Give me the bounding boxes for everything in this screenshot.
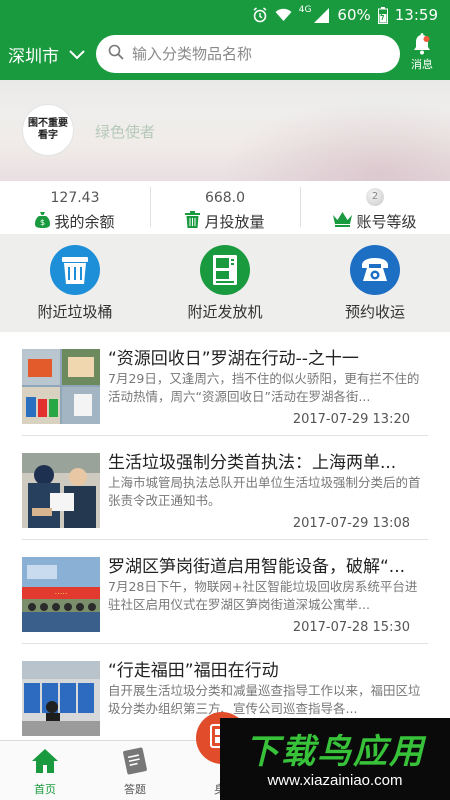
watermark: 下载鸟应用 www.xiazainiao.com [220,718,450,800]
balance-label: 我的余额 [54,213,115,231]
trash-icon [185,211,201,232]
news-summary: 自开展生活垃圾分类和减量巡查指导工作以来，福田区垃圾分类办组织第三方、宣传公司巡… [108,683,421,716]
message-label: 消息 [411,58,433,71]
balance-value: 127.43 [50,190,100,206]
news-date: 2017-07-29 13:20 [292,412,410,427]
news-summary: 7月29日，又逢周六，挡不住的似火骄阳，更有拦不住的活动热情，周六“资源回收日”… [108,371,420,404]
avatar[interactable]: 围不重要 看字 [22,104,74,156]
news-list: “资源回收日”罗湖在行动--之十一 7月29日，又逢周六，挡不住的似火骄阳，更有… [0,332,450,740]
service-label: 预约收运 [344,303,405,321]
home-icon [31,747,59,775]
news-thumbnail: ····· [22,557,100,632]
news-summary: 7月28日下午，物联网+社区智能垃圾回收房系统平台进驻社区启用仪式在罗湖区笋岗街… [108,579,418,612]
tab-label: 答题 [124,783,146,796]
money-bag-icon: $ [35,211,51,232]
service-label: 附近垃圾桶 [37,303,113,321]
news-title: “资源回收日”罗湖在行动--之十一 [108,349,359,369]
user-nickname: 绿色使者 [95,123,156,141]
city-label: 深圳市 [8,47,59,67]
app-header: 深圳市 消息 [0,30,450,80]
news-title: 生活垃圾强制分类首执法：上海两单... [108,453,397,473]
stat-account-level[interactable]: 2 账号等级 [300,181,450,234]
news-thumbnail [22,661,100,736]
service-nearby-bins[interactable]: 附近垃圾桶 [0,234,150,332]
service-book-pickup[interactable]: 预约收运 [300,234,450,332]
news-title: 罗湖区笋岗街道启用智能设备，破解“... [108,557,406,577]
news-thumbnail [22,453,100,528]
stat-balance[interactable]: 127.43 $ 我的余额 [0,181,150,234]
profile-banner: 围不重要 看字 绿色使者 [0,80,450,181]
bell-icon [404,33,440,55]
network-type: 4G [298,5,312,15]
service-nearby-machines[interactable]: 附近发放机 [150,234,300,332]
news-thumbnail [22,349,100,424]
tab-label: 首页 [34,783,56,796]
svg-text:$: $ [40,218,45,227]
wifi-icon [275,8,292,22]
city-selector[interactable]: 深圳市 [8,42,85,67]
search-icon [108,44,124,64]
news-summary: 上海市城管局执法总队开出单位生活垃圾强制分类后的首张责令改正通知书。 [108,475,421,508]
search-bar[interactable] [96,35,400,73]
watermark-url: www.xiazainiao.com [267,772,403,789]
tab-home[interactable]: 首页 [0,741,90,800]
battery-level: 60% [337,6,371,24]
news-title: “行走福田”福田在行动 [108,661,279,681]
user-stats: 127.43 $ 我的余额 668.0 月投放量 2 账号等级 [0,181,450,234]
battery-icon [377,6,388,24]
search-input[interactable] [132,45,382,63]
status-bar: 4G 60% 13:59 [0,0,450,30]
news-date: 2017-07-29 13:08 [292,516,410,531]
trash-bin-icon [50,245,100,295]
clock: 13:59 [394,6,438,24]
monthly-drop-label: 月投放量 [204,213,265,231]
vending-machine-icon [200,245,250,295]
news-item[interactable]: 生活垃圾强制分类首执法：上海两单... 上海市城管局执法总队开出单位生活垃圾强制… [22,436,428,540]
quiz-icon [121,747,149,775]
news-date: 2017-07-28 15:30 [292,620,410,635]
account-level-label: 账号等级 [356,213,417,231]
service-grid: 附近垃圾桶 附近发放机 预约收运 [0,234,450,332]
phone-icon [350,245,400,295]
crown-icon [333,212,353,231]
message-button[interactable]: 消息 [404,33,440,72]
stat-monthly-drop[interactable]: 668.0 月投放量 [150,181,300,234]
watermark-title: 下载鸟应用 [245,732,425,772]
level-badge: 2 [366,188,384,206]
news-item[interactable]: ····· 罗湖区笋岗街道启用智能设备，破解“... 7月28日下午，物联网+社… [22,540,428,644]
news-item[interactable]: “资源回收日”罗湖在行动--之十一 7月29日，又逢周六，挡不住的似火骄阳，更有… [22,332,428,436]
alarm-icon [252,7,268,23]
tab-quiz[interactable]: 答题 [90,741,180,800]
signal-icon [314,7,330,23]
chevron-down-icon [69,45,85,65]
monthly-drop-value: 668.0 [204,190,246,206]
svg-text:·····: ····· [55,590,68,599]
status-icons: 4G 60% 13:59 [252,5,438,25]
service-label: 附近发放机 [187,303,263,321]
